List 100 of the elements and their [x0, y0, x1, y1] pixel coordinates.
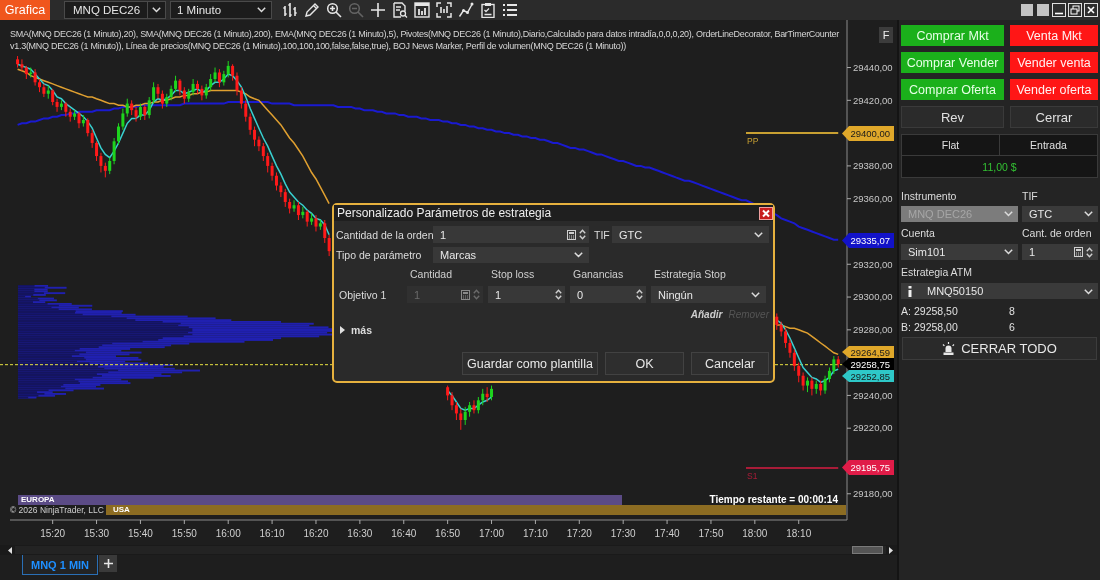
order-quantity-field[interactable]: 1	[433, 226, 589, 243]
quote-size: 8	[1009, 305, 1015, 317]
calculator-icon[interactable]	[1074, 247, 1083, 257]
chevron-down-icon[interactable]	[1084, 289, 1093, 295]
price-axis-label: 29220,00	[853, 422, 893, 434]
order-button[interactable]: Rev	[901, 106, 1004, 128]
quantity-field[interactable]: 1	[1022, 244, 1098, 260]
price-marker: 29264,59	[842, 346, 894, 358]
document-search-icon[interactable]	[392, 2, 408, 18]
square-icon[interactable]	[1020, 3, 1034, 17]
chevron-down-icon[interactable]	[574, 252, 583, 258]
order-button[interactable]: Vender venta	[1010, 52, 1098, 73]
minimize-icon[interactable]	[1052, 3, 1066, 17]
close-all-button[interactable]: CERRAR TODO	[902, 337, 1097, 360]
profit-field[interactable]: 0	[570, 286, 646, 303]
candlestick	[485, 386, 489, 403]
time-axis-label: 15:30	[84, 528, 110, 539]
dialog-button[interactable]: Cancelar	[691, 352, 769, 375]
candlestick	[296, 201, 300, 221]
time-axis-label: 18:00	[742, 528, 768, 539]
pivot-label: PP	[747, 136, 759, 147]
frame-bars-icon[interactable]	[436, 2, 452, 18]
candlestick	[327, 234, 331, 257]
line-chart-icon[interactable]	[458, 2, 474, 18]
zoom-in-icon[interactable]	[326, 2, 342, 18]
candlestick	[832, 355, 836, 375]
price-axis-label: 29240,00	[853, 389, 893, 401]
candlestick	[266, 152, 270, 173]
candlestick	[292, 199, 296, 213]
atm-strategy-select[interactable]: MNQ50150	[901, 283, 1098, 299]
stop-loss-field[interactable]: 1	[488, 286, 565, 303]
plus-icon[interactable]	[103, 559, 113, 568]
field-label: Cant. de orden	[1022, 227, 1092, 239]
chevron-down-icon[interactable]	[257, 7, 266, 13]
scroll-right-icon[interactable]	[889, 546, 893, 554]
tif-select[interactable]: GTC	[612, 226, 769, 243]
time-axis-label: 17:10	[522, 528, 548, 539]
order-button[interactable]: Venta Mkt	[1010, 25, 1098, 46]
square-icon[interactable]	[1036, 3, 1050, 17]
candlestick	[20, 58, 24, 72]
candlestick	[235, 71, 239, 96]
add-link[interactable]: Añadir	[690, 308, 723, 320]
candlestick	[90, 129, 94, 149]
time-axis-label: 17:40	[654, 528, 680, 539]
window-bars-icon[interactable]	[414, 2, 430, 18]
info-icon	[908, 285, 912, 297]
chart-tab[interactable]: MNQ 1 MIN	[22, 555, 99, 575]
candlestick	[270, 162, 274, 182]
panel-button[interactable]: F	[879, 27, 893, 43]
candlestick	[274, 171, 278, 191]
restore-icon[interactable]	[1068, 3, 1082, 17]
candlestick	[125, 98, 129, 118]
candlestick	[261, 142, 265, 162]
interval-select[interactable]: 1 Minuto	[170, 1, 272, 19]
candlestick	[213, 67, 217, 83]
caret-right-icon[interactable]	[340, 326, 345, 334]
candlestick	[463, 406, 467, 426]
chevron-down-icon[interactable]	[152, 7, 161, 13]
tif-select[interactable]: GTC	[1022, 206, 1098, 222]
stop-strategy-select[interactable]: Ningún	[651, 286, 766, 303]
time-axis-label: 17:30	[610, 528, 636, 539]
clipboard-icon[interactable]	[480, 2, 496, 18]
scrollbar-thumb[interactable]	[852, 546, 883, 554]
candlestick	[152, 81, 156, 105]
candlestick	[244, 99, 248, 123]
pencil-icon[interactable]	[304, 2, 320, 18]
chevron-down-icon[interactable]	[751, 291, 760, 298]
more-toggle[interactable]: más	[351, 324, 372, 336]
bar-chart-icon[interactable]	[282, 2, 298, 18]
account-select[interactable]: Sim101	[901, 244, 1018, 260]
calculator-icon[interactable]	[567, 229, 576, 240]
list-icon[interactable]	[502, 2, 518, 18]
time-axis-label: 17:20	[566, 528, 592, 539]
field-label: Estrategia ATM	[901, 266, 972, 278]
parameter-type-select[interactable]: Marcas	[433, 247, 589, 263]
dialog-title: Personalizado Parámetros de estrategia	[337, 206, 552, 220]
time-axis-label: 15:50	[171, 528, 197, 539]
instrument-combobox[interactable]: MNQ DEC26	[64, 1, 166, 19]
price-axis-label: 29180,00	[853, 488, 893, 500]
crosshair-icon[interactable]	[370, 2, 386, 18]
candlestick	[116, 122, 120, 146]
candlestick	[253, 126, 257, 147]
price-marker: 29252,85	[842, 370, 894, 382]
copyright-text: © 2026 NinjaTrader, LLC	[8, 505, 106, 515]
close-button[interactable]	[759, 206, 773, 220]
order-button[interactable]: Cerrar	[1010, 106, 1098, 128]
scroll-left-icon[interactable]	[8, 546, 12, 554]
add-tab-button[interactable]	[99, 555, 118, 572]
price-marker: 29258,75	[842, 358, 894, 370]
chevron-down-icon[interactable]	[1084, 211, 1093, 217]
candlestick	[217, 68, 221, 88]
chevron-down-icon[interactable]	[1004, 249, 1013, 255]
dialog-button[interactable]: OK	[605, 352, 684, 375]
dialog-button[interactable]: Guardar como plantilla	[462, 352, 598, 375]
order-button[interactable]: Vender oferta	[1010, 79, 1098, 100]
candlestick	[112, 137, 116, 165]
close-icon[interactable]	[1084, 3, 1098, 17]
chevron-down-icon[interactable]	[754, 231, 763, 238]
column-header: Estrategia Stop	[653, 268, 726, 280]
price-axis-label: 29380,00	[853, 160, 893, 172]
